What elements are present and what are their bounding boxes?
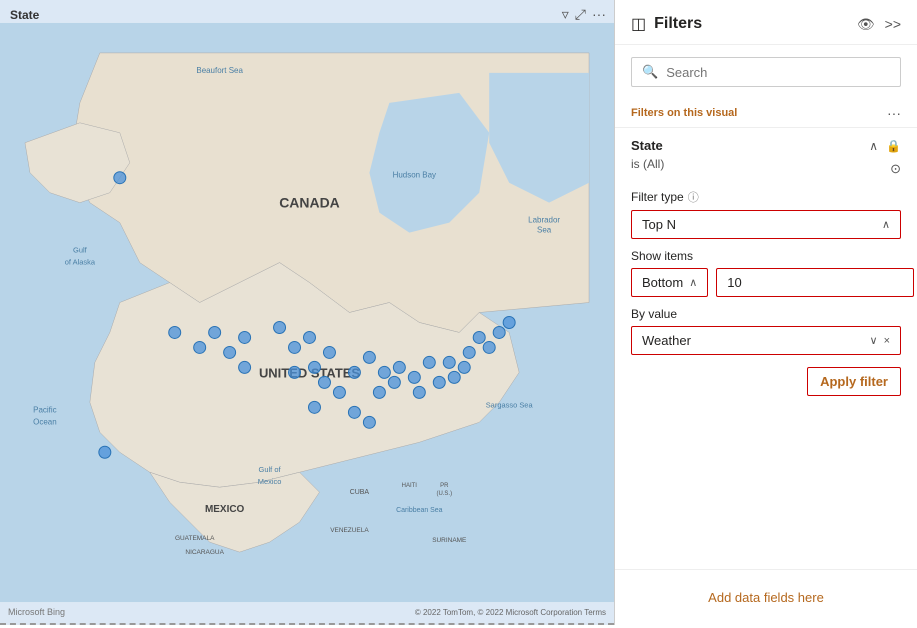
by-value-clear-icon[interactable]: × bbox=[884, 335, 890, 347]
map-copyright: © 2022 TomTom, © 2022 Microsoft Corporat… bbox=[415, 608, 606, 617]
filters-funnel-icon: ◫ bbox=[631, 14, 646, 34]
map-toolbar: ▿ ⤢ ··· bbox=[562, 6, 606, 23]
svg-text:of Alaska: of Alaska bbox=[65, 258, 96, 267]
svg-text:HAITI: HAITI bbox=[402, 483, 418, 489]
filters-header-actions: 👁 >> bbox=[857, 16, 901, 33]
map-label: State bbox=[10, 8, 39, 22]
direction-label: Bottom bbox=[642, 275, 683, 290]
state-filter-header: State ∧ 🔒 bbox=[631, 138, 901, 153]
svg-text:Sargasso Sea: Sargasso Sea bbox=[486, 400, 534, 409]
show-items-count[interactable] bbox=[716, 268, 914, 297]
expand-icon[interactable]: ⤢ bbox=[575, 6, 586, 23]
search-icon: 🔍 bbox=[642, 64, 658, 80]
svg-text:CUBA: CUBA bbox=[350, 489, 370, 496]
filters-header: ◫ Filters 👁 >> bbox=[615, 0, 917, 45]
expand-panel-icon[interactable]: >> bbox=[885, 16, 901, 32]
svg-text:Labrador: Labrador bbox=[528, 216, 560, 225]
svg-text:Gulf: Gulf bbox=[73, 246, 88, 255]
direction-arrow: ∧ bbox=[689, 276, 697, 289]
more-options-icon[interactable]: ··· bbox=[592, 6, 606, 23]
svg-text:Caribbean Sea: Caribbean Sea bbox=[396, 507, 443, 514]
by-value-down-arrow[interactable]: ∨ bbox=[870, 334, 878, 347]
show-items-direction-dropdown[interactable]: Bottom ∧ bbox=[631, 268, 708, 297]
by-value-field-label: Weather bbox=[642, 333, 691, 348]
svg-text:Sea: Sea bbox=[537, 226, 552, 235]
state-filter-actions: ∧ 🔒 bbox=[869, 139, 901, 153]
visual-filters-label: Filters on this visual bbox=[631, 107, 737, 119]
filter-type-arrow: ∧ bbox=[882, 218, 890, 231]
apply-filter-button[interactable]: Apply filter bbox=[807, 367, 901, 396]
svg-text:VENEZUELA: VENEZUELA bbox=[330, 527, 369, 534]
filter-type-label: Filter type ⓘ bbox=[631, 189, 901, 205]
state-filter-value: is (All) bbox=[631, 157, 664, 171]
show-items-label: Show items bbox=[631, 249, 901, 263]
state-filter-card: State ∧ 🔒 is (All) ⊙ Filter type ⓘ Top N… bbox=[615, 127, 917, 416]
by-value-icons: ∨ × bbox=[870, 334, 891, 347]
map-attribution: Microsoft Bing bbox=[8, 607, 65, 617]
add-data-fields[interactable]: Add data fields here bbox=[615, 569, 917, 625]
svg-text:Pacific: Pacific bbox=[33, 405, 56, 414]
map-panel: State ▿ ⤢ ··· CANADA UNITED STATES MEXIC… bbox=[0, 0, 615, 625]
filter-type-dropdown[interactable]: Top N ∧ bbox=[631, 210, 901, 239]
filters-panel: ◫ Filters 👁 >> 🔍 Filters on this visual … bbox=[615, 0, 917, 625]
state-filter-name: State bbox=[631, 138, 663, 153]
search-input[interactable] bbox=[666, 65, 890, 80]
svg-text:Mexico: Mexico bbox=[258, 477, 282, 486]
lock-icon[interactable]: 🔒 bbox=[886, 139, 901, 153]
svg-text:MEXICO: MEXICO bbox=[205, 504, 245, 515]
visual-filters-section-header: Filters on this visual ··· bbox=[615, 99, 917, 127]
svg-text:CANADA: CANADA bbox=[279, 195, 340, 211]
more-options-icon[interactable]: ··· bbox=[887, 105, 901, 121]
collapse-icon[interactable]: ∧ bbox=[869, 139, 878, 153]
eye-icon[interactable]: 👁 bbox=[857, 16, 875, 33]
svg-text:Beaufort Sea: Beaufort Sea bbox=[196, 66, 243, 75]
svg-text:Ocean: Ocean bbox=[33, 417, 56, 426]
by-value-dropdown[interactable]: Weather ∨ × bbox=[631, 326, 901, 355]
map-svg: CANADA UNITED STATES MEXICO Gulf of Alas… bbox=[0, 0, 614, 625]
filter-icon[interactable]: ▿ bbox=[562, 6, 569, 23]
info-icon[interactable]: ⓘ bbox=[688, 189, 699, 205]
svg-text:PR: PR bbox=[440, 483, 449, 489]
by-value-label: By value bbox=[631, 307, 901, 321]
svg-text:Gulf of: Gulf of bbox=[259, 465, 282, 474]
search-box[interactable]: 🔍 bbox=[631, 57, 901, 87]
svg-text:(U.S.): (U.S.) bbox=[436, 491, 452, 497]
filters-title: Filters bbox=[654, 15, 849, 33]
svg-text:Hudson Bay: Hudson Bay bbox=[393, 171, 436, 180]
bing-logo: Microsoft Bing bbox=[8, 607, 65, 617]
add-data-fields-label: Add data fields here bbox=[708, 590, 824, 605]
svg-text:SURINAME: SURINAME bbox=[432, 537, 467, 544]
svg-text:GUATEMALA: GUATEMALA bbox=[175, 535, 215, 542]
state-eye-icon[interactable]: ⊙ bbox=[890, 161, 901, 177]
show-items-row: Bottom ∧ bbox=[631, 268, 901, 297]
filter-type-value: Top N bbox=[642, 217, 676, 232]
svg-text:NICARAGUA: NICARAGUA bbox=[185, 549, 224, 556]
